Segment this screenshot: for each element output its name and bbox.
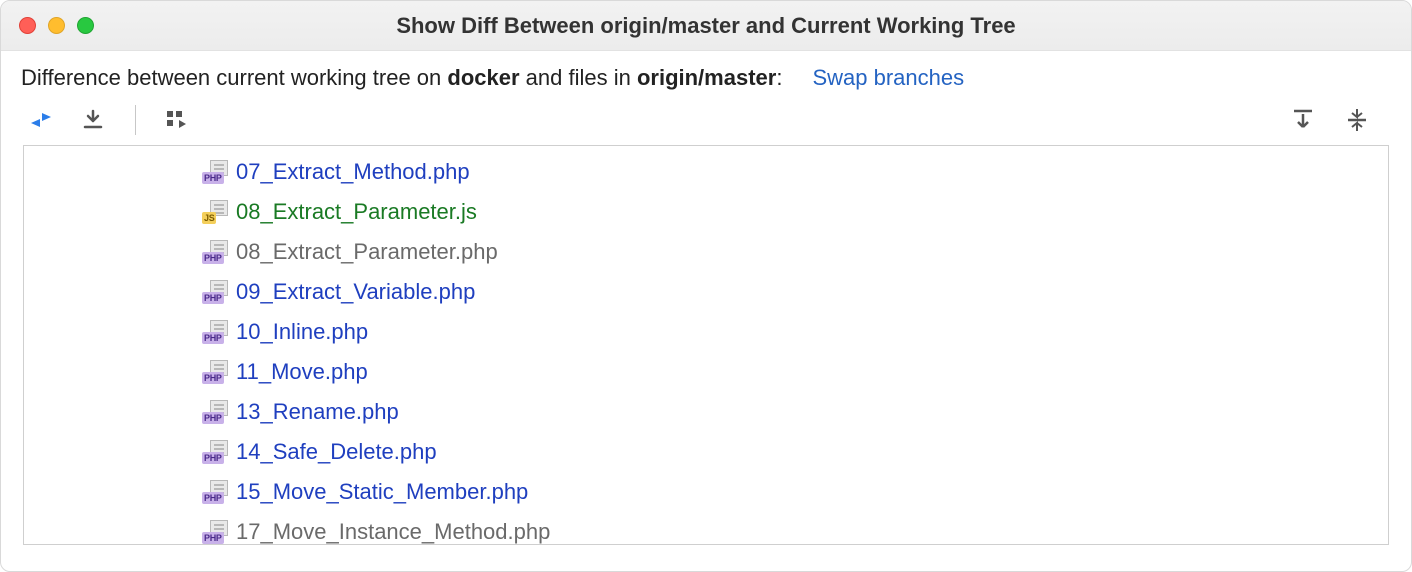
desc-suffix: :: [776, 65, 782, 90]
file-row[interactable]: PHP13_Rename.php: [24, 392, 1388, 432]
download-button[interactable]: [79, 106, 107, 134]
collapse-all-button[interactable]: [1343, 106, 1371, 134]
php-file-icon: PHP: [202, 360, 230, 384]
file-name-label: 15_Move_Static_Member.php: [236, 479, 528, 505]
file-row[interactable]: PHP11_Move.php: [24, 352, 1388, 392]
swap-panes-icon: [28, 109, 54, 131]
window-title: Show Diff Between origin/master and Curr…: [1, 13, 1411, 39]
php-file-icon: PHP: [202, 280, 230, 304]
swap-branches-link[interactable]: Swap branches: [812, 65, 964, 91]
file-name-label: 08_Extract_Parameter.js: [236, 199, 477, 225]
file-name-label: 14_Safe_Delete.php: [236, 439, 437, 465]
download-icon: [82, 109, 104, 131]
php-file-icon: PHP: [202, 440, 230, 464]
file-name-label: 11_Move.php: [236, 359, 368, 385]
file-row[interactable]: PHP15_Move_Static_Member.php: [24, 472, 1388, 512]
expand-all-icon: [1290, 107, 1316, 133]
php-file-icon: PHP: [202, 480, 230, 504]
changed-files-list[interactable]: PHP07_Extract_Method.phpJS08_Extract_Par…: [23, 145, 1389, 545]
php-file-icon: PHP: [202, 240, 230, 264]
php-file-icon: PHP: [202, 160, 230, 184]
file-row[interactable]: PHP09_Extract_Variable.php: [24, 272, 1388, 312]
desc-middle: and files in: [520, 65, 637, 90]
file-row[interactable]: PHP17_Move_Instance_Method.php: [24, 512, 1388, 545]
dialog-window: Show Diff Between origin/master and Curr…: [0, 0, 1412, 572]
file-name-label: 10_Inline.php: [236, 319, 368, 345]
close-window-button[interactable]: [19, 17, 36, 34]
maximize-window-button[interactable]: [77, 17, 94, 34]
desc-prefix: Difference between current working tree …: [21, 65, 447, 90]
expand-all-button[interactable]: [1289, 106, 1317, 134]
remote-branch-name: origin/master: [637, 65, 776, 90]
window-controls: [1, 17, 94, 34]
file-name-label: 13_Rename.php: [236, 399, 399, 425]
collapse-all-icon: [1344, 107, 1370, 133]
diff-description: Difference between current working tree …: [1, 51, 1411, 101]
group-by-icon: [166, 110, 190, 130]
file-name-label: 17_Move_Instance_Method.php: [236, 519, 550, 545]
file-row[interactable]: PHP08_Extract_Parameter.php: [24, 232, 1388, 272]
file-name-label: 09_Extract_Variable.php: [236, 279, 475, 305]
toolbar-separator: [135, 105, 136, 135]
minimize-window-button[interactable]: [48, 17, 65, 34]
group-by-button[interactable]: [164, 106, 192, 134]
swap-panes-button[interactable]: [27, 106, 55, 134]
file-row[interactable]: PHP14_Safe_Delete.php: [24, 432, 1388, 472]
php-file-icon: PHP: [202, 320, 230, 344]
local-branch-name: docker: [447, 65, 519, 90]
php-file-icon: PHP: [202, 400, 230, 424]
file-name-label: 07_Extract_Method.php: [236, 159, 470, 185]
php-file-icon: PHP: [202, 520, 230, 544]
file-row[interactable]: JS08_Extract_Parameter.js: [24, 192, 1388, 232]
file-row[interactable]: PHP10_Inline.php: [24, 312, 1388, 352]
file-name-label: 08_Extract_Parameter.php: [236, 239, 498, 265]
js-file-icon: JS: [202, 200, 230, 224]
file-row[interactable]: PHP07_Extract_Method.php: [24, 152, 1388, 192]
toolbar: [1, 101, 1411, 145]
titlebar: Show Diff Between origin/master and Curr…: [1, 1, 1411, 51]
